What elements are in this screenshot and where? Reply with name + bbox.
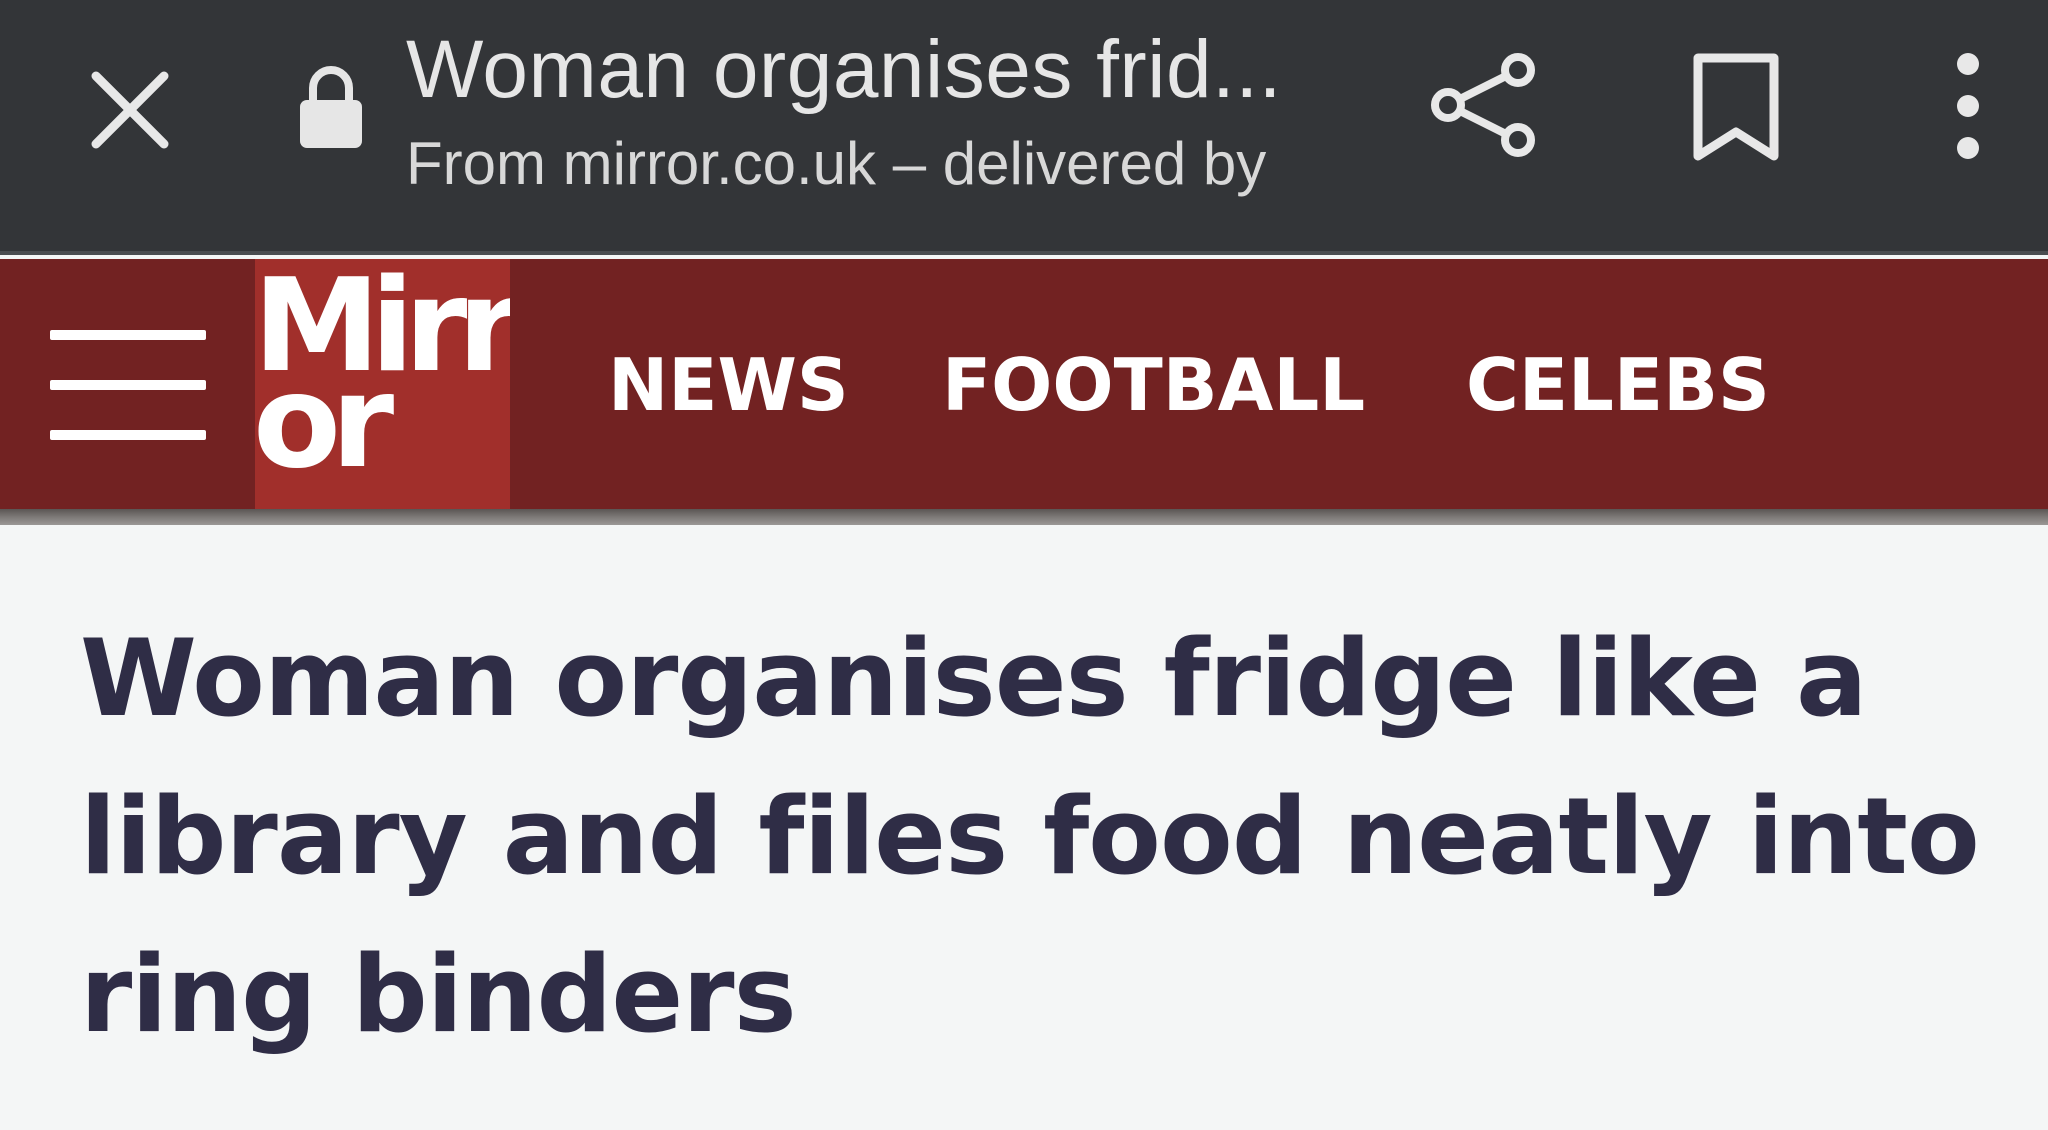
nav-link-football[interactable]: FOOTBALL	[942, 335, 1365, 435]
nav-link-news[interactable]: NEWS	[608, 335, 849, 435]
article-headline: Woman organises fridge like a library an…	[80, 617, 1980, 1056]
logo-text-line2: or	[255, 348, 394, 497]
nav-divider	[0, 509, 2048, 525]
browser-toolbar: Woman organises frid... From mirror.co.u…	[0, 0, 2048, 255]
bookmark-icon[interactable]	[1688, 52, 1784, 164]
mirror-logo[interactable]: Mirr or	[255, 259, 510, 509]
page-info[interactable]: Woman organises frid... From mirror.co.u…	[406, 20, 1326, 204]
hamburger-menu-icon[interactable]	[50, 330, 206, 440]
close-icon	[91, 71, 169, 149]
page-title: Woman organises frid...	[406, 24, 1282, 115]
share-icon[interactable]	[1428, 50, 1538, 160]
close-button[interactable]	[70, 50, 190, 170]
lock-icon	[300, 66, 362, 148]
page-source: From mirror.co.uk – delivered by	[406, 130, 1267, 197]
site-navbar: Mirr or NEWS FOOTBALL CELEBS	[0, 259, 2048, 509]
more-options-icon[interactable]	[1938, 50, 1998, 162]
nav-link-celebs[interactable]: CELEBS	[1466, 335, 1770, 435]
